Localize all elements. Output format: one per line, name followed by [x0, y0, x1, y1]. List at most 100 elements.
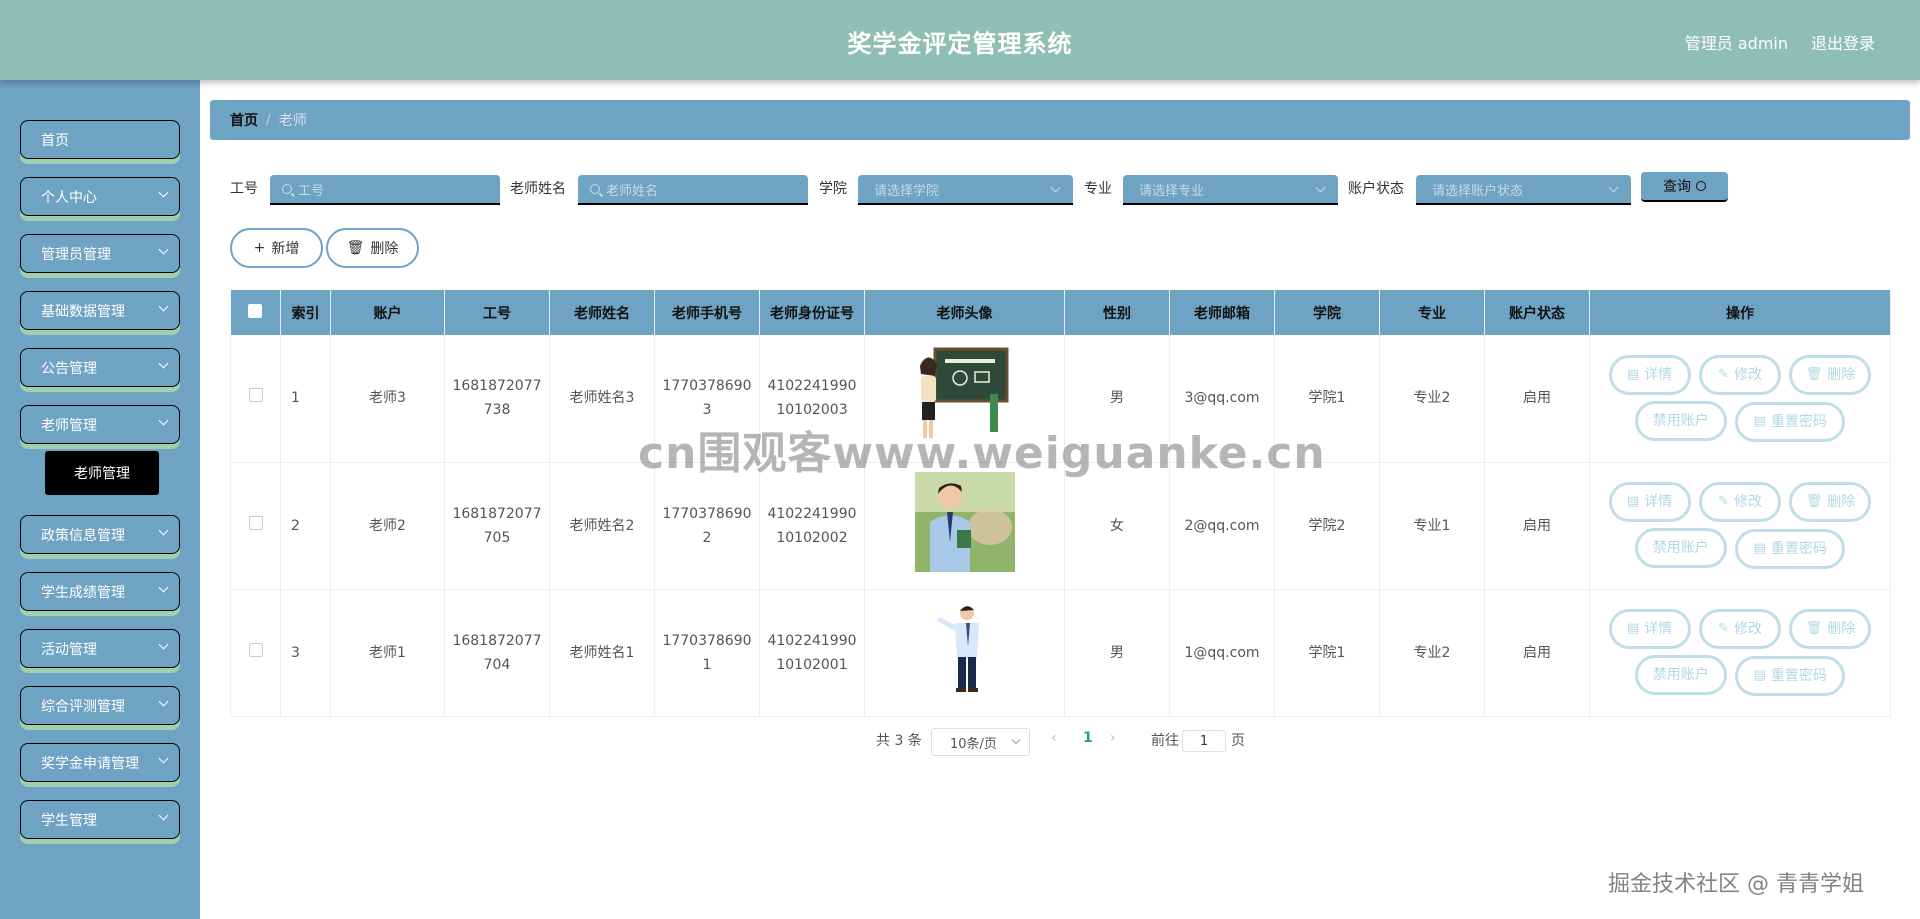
sidebar-item-label: 学生成绩管理 [41, 584, 125, 601]
cell-line: 1770378690 [662, 632, 752, 649]
gonghao-input[interactable]: 工号 [270, 175, 500, 205]
column-header: 老师头像 [864, 290, 1065, 335]
sidebar-item-teachers[interactable]: 老师管理 [20, 405, 180, 444]
detail-button[interactable]: ▤ 详情 [1608, 482, 1691, 522]
chevron-down-icon [158, 525, 169, 536]
cell-phone: 1770378690 2 [654, 462, 760, 590]
status-select[interactable]: 请选择账户状态 [1416, 175, 1631, 205]
sidebar-item-students[interactable]: 学生管理 [20, 800, 180, 839]
delete-label: 删除 [1827, 494, 1856, 510]
reset-label: 重置密码 [1770, 413, 1827, 430]
search-icon [590, 184, 600, 194]
chevron-down-icon [158, 301, 169, 312]
sidebar-item-grades[interactable]: 学生成绩管理 [20, 572, 180, 611]
disable-account-button[interactable]: 禁用账户 [1634, 528, 1727, 568]
column-header: 性别 [1064, 290, 1170, 335]
disable-account-button[interactable]: 禁用账户 [1634, 655, 1727, 695]
column-header: 工号 [444, 290, 550, 335]
chevron-down-icon [158, 415, 169, 426]
row-delete-button[interactable]: 🗑 删除 [1789, 609, 1872, 649]
current-page[interactable]: 1 [1083, 730, 1093, 746]
row-delete-button[interactable]: 🗑 删除 [1789, 482, 1872, 522]
select-all-header[interactable] [230, 290, 281, 335]
reset-password-button[interactable]: ▤ 重置密码 [1735, 656, 1846, 696]
cell-account: 老师2 [330, 462, 445, 590]
prev-page-icon[interactable]: ‹ [1051, 730, 1057, 746]
disable-label: 禁用账户 [1652, 667, 1709, 683]
sidebar-item-policy[interactable]: 政策信息管理 [20, 515, 180, 554]
sidebar-item-activities[interactable]: 活动管理 [20, 629, 180, 668]
table-row: 2 老师2 1681872077 705 老师姓名2 1770378690 2 41… [230, 462, 1891, 590]
row-checkbox[interactable] [248, 388, 263, 403]
cell-college: 学院1 [1274, 589, 1380, 717]
chevron-down-icon [158, 358, 169, 369]
document-icon: ▤ [1626, 494, 1640, 509]
cell-id-number: 4102241990 10102001 [759, 589, 865, 717]
cell-line: 704 [483, 656, 511, 673]
disable-account-button[interactable]: 禁用账户 [1634, 400, 1727, 441]
cell-line: 738 [483, 402, 511, 419]
sidebar-item-home[interactable]: 首页 [20, 120, 180, 159]
sidebar: 首页 个人中心 管理员管理 基础数据管理 公告管理 老师管理 政策信息管理 学生… [0, 80, 200, 919]
detail-button[interactable]: ▤ 详情 [1608, 354, 1691, 395]
cell-gonghao: 1681872077 738 [444, 335, 550, 463]
add-button[interactable]: + 新增 [230, 228, 323, 268]
cell-line: 4102241990 [767, 632, 857, 649]
column-header: 老师姓名 [549, 290, 655, 335]
top-header: 奖学金评定管理系统 管理员 admin 退出登录 [0, 0, 1920, 80]
sidebar-item-scholarship[interactable]: 奖学金申请管理 [20, 743, 180, 782]
goto-label: 前往 [1151, 733, 1179, 749]
cell-major: 专业1 [1379, 462, 1485, 590]
row-checkbox[interactable] [248, 515, 263, 530]
sidebar-item-notices[interactable]: 公告管理 [20, 348, 180, 387]
reset-password-button[interactable]: ▤ 重置密码 [1735, 529, 1846, 569]
edit-button[interactable]: ✎ 修改 [1699, 609, 1781, 649]
row-checkbox[interactable] [248, 642, 263, 657]
breadcrumb: 首页 / 老师 [210, 100, 1910, 140]
column-header: 学院 [1274, 290, 1380, 335]
major-label: 专业 [1084, 181, 1112, 197]
teacher-avatar[interactable] [914, 471, 1015, 572]
document-icon: ▤ [1753, 541, 1766, 556]
college-select[interactable]: 请选择学院 [858, 175, 1073, 205]
next-page-icon[interactable]: › [1110, 730, 1116, 746]
teacher-avatar[interactable] [915, 599, 1015, 699]
teacher-name-input[interactable]: 老师姓名 [578, 175, 808, 205]
reset-password-button[interactable]: ▤ 重置密码 [1735, 401, 1846, 442]
logout-link[interactable]: 退出登录 [1811, 30, 1875, 54]
edit-label: 修改 [1733, 494, 1762, 510]
major-select[interactable]: 请选择专业 [1123, 175, 1338, 205]
query-button[interactable]: 查询 [1641, 172, 1728, 202]
trash-icon: 🗑 [346, 240, 365, 256]
page-size-select[interactable]: 10条/页 [931, 728, 1030, 756]
submenu-item-teachers[interactable]: 老师管理 [45, 451, 159, 495]
cell-major: 专业2 [1379, 335, 1485, 463]
document-icon: ▤ [1753, 413, 1766, 429]
sidebar-item-admins[interactable]: 管理员管理 [20, 234, 180, 273]
sidebar-item-evaluation[interactable]: 综合评测管理 [20, 686, 180, 725]
name-placeholder: 老师姓名 [606, 183, 659, 199]
table-header-row: 索引 账户 工号 老师姓名 老师手机号 老师身份证号 老师头像 性别 老师邮箱 … [230, 290, 1891, 335]
corner-watermark: 掘金技术社区 @ 青青学姐 [1608, 872, 1864, 897]
edit-button[interactable]: ✎ 修改 [1699, 482, 1781, 522]
select-all-checkbox[interactable] [248, 303, 263, 318]
detail-button[interactable]: ▤ 详情 [1608, 609, 1691, 649]
cell-line: 10102002 [776, 529, 848, 546]
column-header: 账户 [330, 290, 445, 335]
delete-button[interactable]: 🗑 删除 [326, 228, 419, 268]
breadcrumb-home[interactable]: 首页 [230, 110, 258, 130]
cell-status: 启用 [1484, 589, 1590, 717]
search-icon [282, 184, 292, 194]
search-icon [1696, 181, 1706, 191]
cell-id-number: 4102241990 10102002 [759, 462, 865, 590]
goto-page-input[interactable] [1182, 730, 1226, 752]
edit-button[interactable]: ✎ 修改 [1699, 354, 1781, 395]
cell-line: 10102001 [776, 656, 848, 673]
chevron-down-icon [1011, 735, 1021, 745]
row-delete-button[interactable]: 🗑 删除 [1789, 354, 1872, 395]
status-placeholder: 请选择账户状态 [1432, 183, 1524, 199]
trash-icon: 🗑 [1805, 494, 1823, 509]
sidebar-item-profile[interactable]: 个人中心 [20, 177, 180, 216]
disable-label: 禁用账户 [1652, 540, 1709, 556]
sidebar-item-basic-data[interactable]: 基础数据管理 [20, 291, 180, 330]
